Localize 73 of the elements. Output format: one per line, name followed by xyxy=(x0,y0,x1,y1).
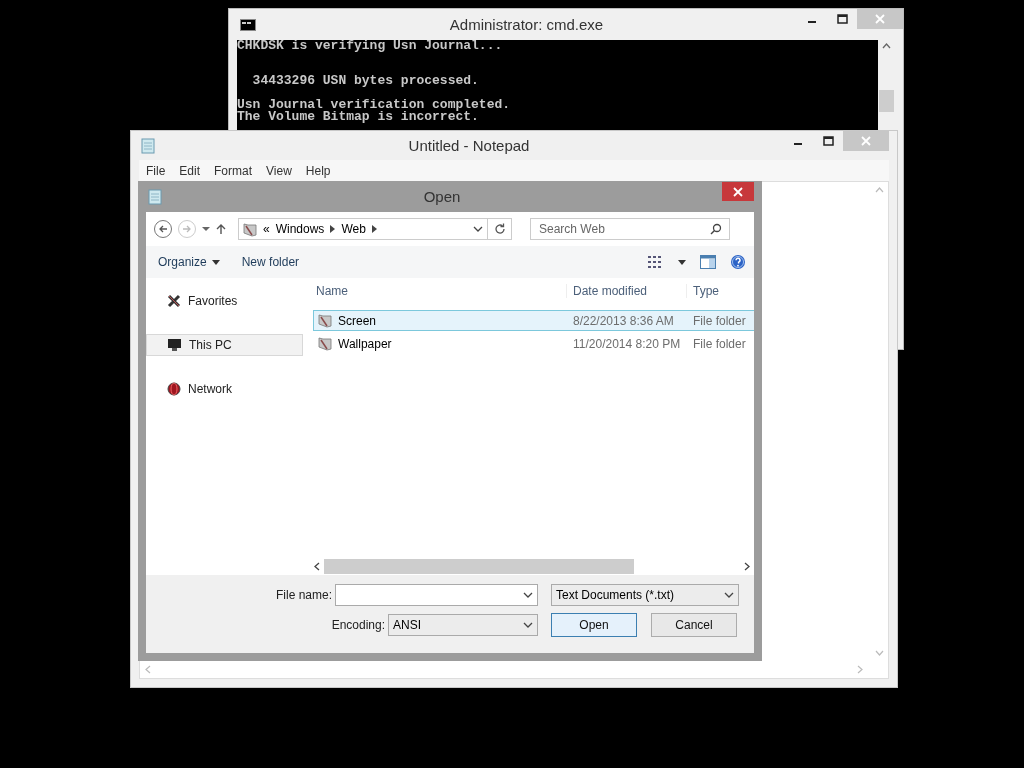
favorites-icon xyxy=(167,294,181,308)
date-modified: 8/22/2013 8:36 AM xyxy=(572,313,675,328)
nav-item[interactable]: This PC xyxy=(146,334,303,356)
file-type-dropdown[interactable]: Text Documents (*.txt) xyxy=(551,584,739,606)
notepad-icon xyxy=(148,188,162,205)
dialog-button[interactable]: Open xyxy=(551,613,637,637)
column-header[interactable]: Name xyxy=(310,284,566,298)
preview-pane-icon[interactable] xyxy=(700,255,716,269)
menu-item[interactable]: Edit xyxy=(172,163,208,178)
window-title: Untitled - Notepad xyxy=(407,137,531,154)
chevron-right-icon[interactable] xyxy=(371,225,377,233)
close-icon xyxy=(861,136,871,146)
file-row[interactable]: Screen 8/22/2013 8:36 AM File folder xyxy=(313,310,754,331)
computer-icon xyxy=(167,338,182,352)
console-line: 34433296 USN bytes processed. xyxy=(251,75,480,87)
help-icon[interactable] xyxy=(730,254,746,270)
field-label: File name: xyxy=(274,588,333,602)
back-arrow-icon xyxy=(158,224,168,234)
menu-item[interactable]: File xyxy=(139,163,173,178)
minimize-icon xyxy=(808,21,816,23)
column-header[interactable]: Type xyxy=(686,284,754,298)
dialog-title: Open xyxy=(422,188,462,205)
minimize-icon xyxy=(794,143,802,145)
console-icon xyxy=(240,18,256,31)
toolbar-button[interactable]: Organize xyxy=(154,252,224,272)
network-icon xyxy=(167,382,181,396)
breadcrumb-item[interactable]: Windows xyxy=(275,222,325,236)
dropdown-arrow-icon xyxy=(211,259,220,265)
file-row[interactable]: Wallpaper 11/20/2014 8:20 PM File folder xyxy=(313,333,754,354)
address-bar[interactable]: « Windows Web xyxy=(238,218,488,240)
nav-item[interactable]: Network xyxy=(146,378,303,400)
forward-arrow-icon xyxy=(182,224,192,234)
window-title: Administrator: cmd.exe xyxy=(448,16,605,33)
close-button[interactable] xyxy=(722,182,754,201)
encoding-dropdown[interactable]: ANSI xyxy=(388,614,538,636)
file-name-field[interactable] xyxy=(335,584,538,606)
maximize-icon xyxy=(822,136,834,146)
menu-item[interactable]: View xyxy=(259,163,299,178)
file-name: Wallpaper xyxy=(338,336,392,351)
file-type: File folder xyxy=(692,336,747,351)
search-field[interactable]: Search Web xyxy=(530,218,730,240)
console-line: CHKDSK is verifying Usn Journal... xyxy=(237,40,504,52)
notepad-icon xyxy=(141,137,155,154)
refresh-button[interactable] xyxy=(488,218,512,240)
file-name: Screen xyxy=(338,313,377,328)
folder-icon xyxy=(318,313,332,328)
nav-item[interactable]: Favorites xyxy=(146,290,303,312)
dropdown-arrow-icon[interactable] xyxy=(202,226,210,232)
dropdown-arrow-icon[interactable] xyxy=(678,259,686,265)
refresh-icon xyxy=(493,223,506,235)
maximize-icon xyxy=(836,14,848,24)
up-arrow-icon[interactable] xyxy=(216,223,226,235)
breadcrumb-item[interactable]: Web xyxy=(341,222,366,236)
menu-item[interactable]: Help xyxy=(298,163,338,178)
file-type: File folder xyxy=(692,313,747,328)
chevron-right-icon[interactable] xyxy=(330,225,336,233)
console-line: The Volume Bitmap is incorrect. xyxy=(237,111,479,123)
dialog-button[interactable]: Cancel xyxy=(651,613,737,637)
folder-icon xyxy=(318,336,332,351)
console-line: Usn Journal verification completed. xyxy=(237,99,512,111)
folder-icon xyxy=(243,221,257,237)
close-icon xyxy=(875,14,885,24)
scrollbar-thumb[interactable] xyxy=(324,559,634,574)
date-modified: 11/20/2014 8:20 PM xyxy=(572,336,682,351)
close-icon xyxy=(733,186,743,197)
overflow-chevron[interactable]: « xyxy=(263,222,270,236)
column-header[interactable]: Date modified xyxy=(566,284,686,298)
view-list-icon[interactable] xyxy=(648,255,664,269)
menu-item[interactable]: Format xyxy=(207,163,260,178)
search-icon xyxy=(710,223,722,235)
scrollbar-thumb[interactable] xyxy=(879,90,894,112)
toolbar-button[interactable]: New folder xyxy=(237,252,304,272)
field-label: Encoding: xyxy=(330,618,386,632)
